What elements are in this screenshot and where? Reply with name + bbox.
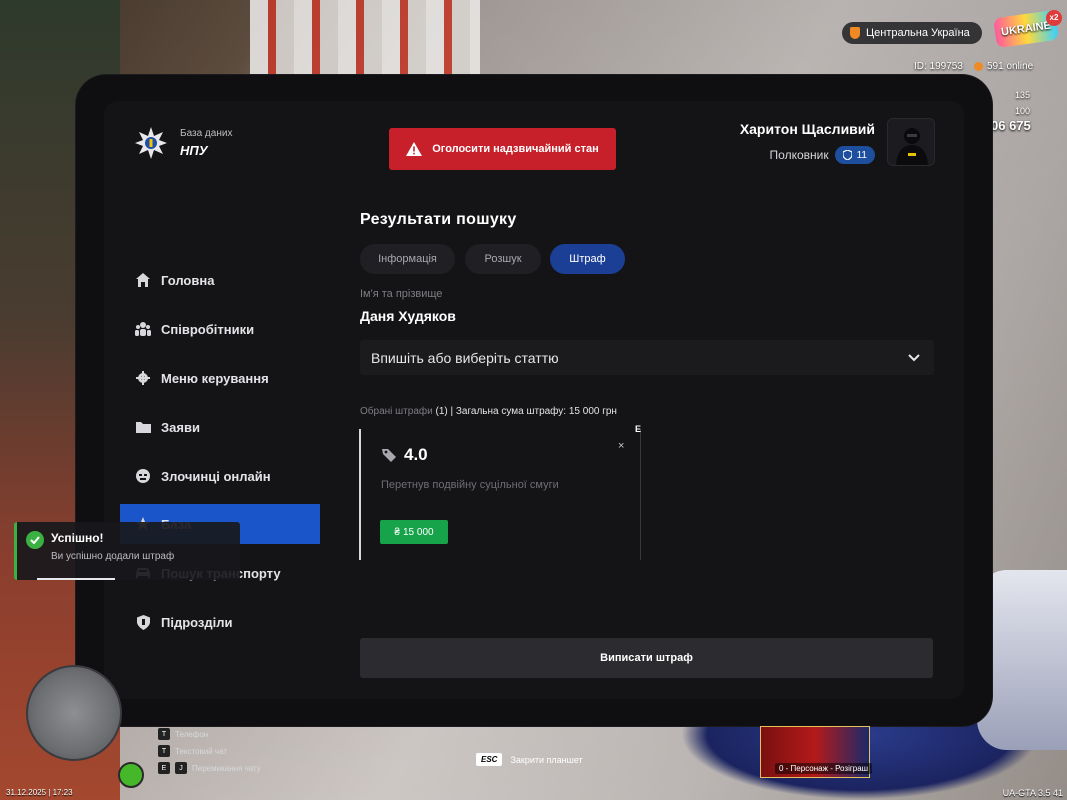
article-select-placeholder: Впишіть або виберіть статтю — [371, 349, 559, 366]
shield-icon — [135, 614, 151, 630]
fine-article-code: 4.0 — [404, 445, 428, 464]
tab-information[interactable]: Інформація — [360, 244, 455, 274]
online-label: 591 online — [987, 61, 1034, 72]
avatar[interactable] — [887, 118, 935, 166]
key-label: Т — [158, 728, 170, 740]
close-tablet-label: Закрити планшет — [510, 754, 583, 765]
region-shield-icon — [850, 27, 860, 39]
rank-badge: 11 — [834, 146, 875, 164]
rank-level: 11 — [856, 149, 867, 161]
sidebar-item-label: Злочинці онлайн — [161, 468, 271, 484]
health-stat: 135 — [1015, 90, 1031, 100]
online-icon — [974, 62, 983, 71]
tag-icon — [382, 449, 396, 462]
sidebar-item-divisions[interactable]: Підрозділи — [120, 602, 320, 642]
declare-emergency-button[interactable]: Оголосити надзвичайний стан — [389, 128, 616, 170]
microphone-icon — [118, 762, 144, 788]
sidebar-item-employees[interactable]: Співробітники — [120, 309, 320, 349]
esc-key: ESC — [476, 753, 503, 766]
region-badge: Центральна Україна — [842, 22, 982, 44]
sidebar-item-control-menu[interactable]: Меню керування — [120, 358, 320, 398]
sidebar-item-label: Заяви — [161, 419, 200, 435]
user-rank: Полковник — [769, 148, 829, 162]
toast-message: Ви успішно додали штраф — [51, 551, 175, 562]
fine-description: Перетнув подвійну суцільної смуги — [381, 479, 559, 491]
tab-wanted[interactable]: Розшук — [465, 244, 541, 274]
emergency-label: Оголосити надзвичайний стан — [432, 143, 599, 155]
user-name: Харитон Щасливий — [739, 121, 875, 137]
sidebar-item-home[interactable]: Головна — [120, 260, 320, 300]
check-icon — [26, 531, 44, 549]
hint-label: Текстовий чат — [175, 746, 228, 756]
region-label: Центральна Україна — [866, 27, 970, 39]
tab-fine[interactable]: Штраф — [550, 244, 625, 274]
close-tablet-hint[interactable]: ESC Закрити планшет — [476, 753, 583, 766]
sidebar-item-applications[interactable]: Заяви — [120, 407, 320, 447]
brand-block: База даних НПУ — [134, 126, 232, 160]
user-block: Харитон Щасливий Полковник 11 — [740, 121, 875, 164]
success-toast: Успішно! Ви успішно додали штраф — [14, 522, 240, 580]
money-display: 06 675 — [991, 118, 1031, 133]
hryvnia-icon: ₴ — [394, 526, 400, 538]
minimap — [26, 665, 122, 761]
chevron-down-icon — [908, 353, 920, 361]
version-text: UA-GTA 3.5 — [1002, 788, 1051, 798]
chat-hint: Т Текстовий чат — [158, 745, 227, 757]
home-icon — [135, 272, 151, 288]
date-time: 31.12.2025 | 17:23 — [6, 788, 73, 797]
summary-details: (1) | Загальна сума штрафу: 15 000 грн — [435, 406, 617, 417]
page-title: Результати пошуку — [360, 211, 517, 228]
player-id: ID: 199753 — [914, 61, 963, 72]
warning-icon — [406, 142, 423, 156]
hint-label: Перемикання чату — [192, 763, 261, 773]
key-label: Е — [158, 762, 170, 774]
gear-icon — [135, 370, 151, 386]
sidebar-item-label: Підрозділи — [161, 614, 233, 630]
article-select[interactable]: Впишіть або виберіть статтю — [360, 340, 934, 375]
version-extra: 41 — [1052, 788, 1063, 798]
person-name: Даня Худяков — [360, 308, 456, 324]
giveaway-label: 0 - Персонаж - Розіграш — [775, 763, 873, 774]
summary-prefix: Обрані штрафи — [360, 406, 433, 417]
fine-article: 4.0 — [382, 445, 428, 465]
sidebar-item-criminals-online[interactable]: Злочинці онлайн — [120, 456, 320, 496]
armor-stat: 100 — [1015, 106, 1031, 116]
brand-subtitle: База даних — [180, 128, 233, 139]
multiplier-badge: x2 — [1046, 10, 1062, 26]
folder-icon — [135, 419, 151, 435]
brand-title: НПУ — [180, 143, 208, 158]
police-star-icon — [134, 126, 168, 160]
key-label: J — [175, 762, 187, 774]
sidebar-item-label: Головна — [161, 272, 215, 288]
toast-progress — [37, 578, 115, 580]
rank-shield-icon — [842, 150, 852, 160]
hint-label: Телефон — [175, 729, 209, 739]
game-background-building — [250, 0, 480, 80]
fine-amount-badge: ₴ 15 000 — [380, 520, 448, 544]
phone-hint: Т Телефон — [158, 728, 208, 740]
criminal-icon — [135, 468, 151, 484]
fine-amount: 15 000 — [402, 526, 434, 538]
users-icon — [135, 321, 151, 337]
issue-fine-button[interactable]: Виписати штраф — [360, 638, 933, 678]
sidebar-item-label: Меню керування — [161, 370, 269, 386]
online-count: 591 online — [974, 61, 1033, 72]
remove-fine-button[interactable]: × — [618, 440, 624, 452]
sidebar-item-label: Співробітники — [161, 321, 255, 337]
version-label: UA-GTA 3.5 41 — [1003, 788, 1063, 798]
key-label: Т — [158, 745, 170, 757]
toast-title: Успішно! — [51, 531, 104, 545]
fine-summary: Обрані штрафи (1) | Загальна сума штрафу… — [360, 406, 617, 417]
chat-switch-hint: Е J Перемикання чату — [158, 762, 261, 774]
name-label: Ім'я та прізвище — [360, 288, 443, 300]
fine-edge-letter: Е — [635, 424, 642, 434]
